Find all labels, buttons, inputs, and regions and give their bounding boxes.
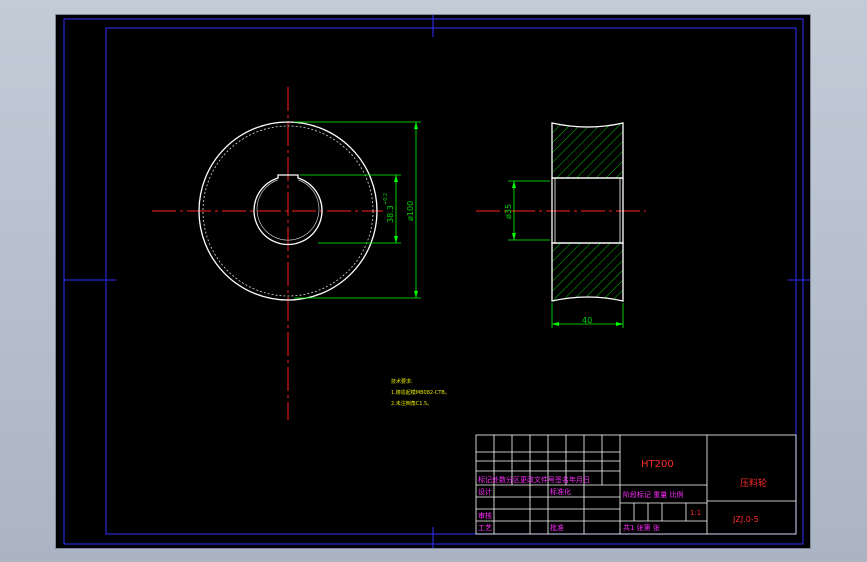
drawing-sheet[interactable]: ø100 38.3 +0.2 ø35 40 技术要求: 1.铸造起模MB082-… <box>55 14 811 549</box>
drawing-canvas: ø100 38.3 +0.2 ø35 40 技术要求: 1.铸造起模MB082-… <box>63 15 810 548</box>
material: HT200 <box>641 459 674 470</box>
front-view <box>152 87 383 420</box>
cad-viewport: ø100 38.3 +0.2 ø35 40 技术要求: 1.铸造起模MB082-… <box>0 0 867 562</box>
outer-frame <box>63 18 804 545</box>
approve-label: 批准 <box>550 523 564 532</box>
review-label: 审核 <box>478 511 492 520</box>
stage-header: 阶段标记 重量 比例 <box>623 490 683 499</box>
dim-keyway-tolerance: +0.2 <box>383 193 389 205</box>
dim-bore-diameter: ø35 <box>504 204 513 219</box>
section-view <box>476 122 646 302</box>
drawing-number: JZJ.0-5 <box>732 515 759 524</box>
upper-hatched-section <box>551 122 624 179</box>
dim-width: 40 <box>582 316 592 325</box>
tech-notes-line1: 1.铸造起模MB082-CTB。 <box>391 389 450 396</box>
centering-marks <box>64 15 810 548</box>
part-name: 压料轮 <box>740 477 767 489</box>
inner-frame <box>105 27 797 535</box>
sheet-info: 共1 张第 张 <box>623 523 660 532</box>
standardize-label: 标准化 <box>550 487 571 496</box>
lower-hatched-section <box>551 242 624 302</box>
scale: 1:1 <box>690 509 701 517</box>
front-dimensions <box>294 121 421 299</box>
design-label: 设计 <box>478 487 492 496</box>
process-label: 工艺 <box>478 524 492 532</box>
dim-keyway-depth: 38.3 <box>386 205 395 223</box>
revision-header: 标记处数分区更改文件号签名年月日 <box>478 475 590 484</box>
dim-outer-diameter: ø100 <box>406 201 415 221</box>
tech-notes-line2: 2.未注倒角C1.5。 <box>391 400 432 407</box>
tech-notes-heading: 技术要求: <box>391 378 413 385</box>
